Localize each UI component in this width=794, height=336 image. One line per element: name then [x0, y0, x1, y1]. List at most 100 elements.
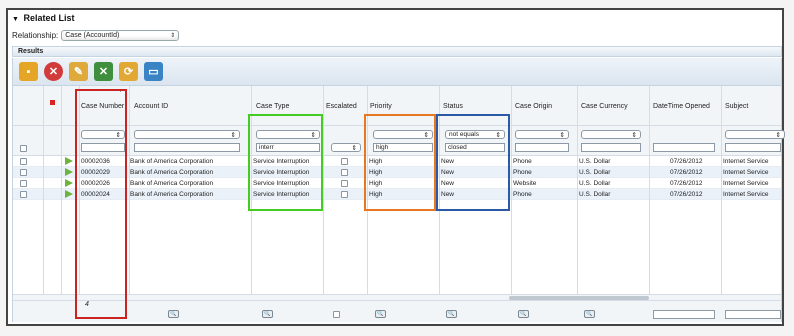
refresh-icon[interactable]: ⟳ — [119, 62, 138, 81]
footer-row: 4 🔍 🔍 🔍 🔍 🔍 🔍 — [13, 300, 781, 322]
case-origin-filter-operator[interactable]: ⇕ — [515, 130, 569, 139]
column-divider — [323, 86, 324, 321]
panel-title[interactable]: ▼ Related List — [12, 13, 74, 23]
cell-case-origin: Phone — [513, 191, 532, 198]
datetime-summary-input[interactable] — [653, 310, 715, 319]
cell-account-id: Bank of America Corporation — [130, 191, 214, 198]
search-icon[interactable]: 🔍 — [518, 310, 529, 318]
header-account-id[interactable]: Account ID — [134, 103, 168, 110]
highlight-priority — [364, 114, 436, 211]
results-grid: ▼ Case Number Account ID Case Type Escal… — [12, 86, 785, 322]
cell-account-id: Bank of America Corporation — [130, 180, 214, 187]
relationship-row: Relationship: Case (AccountId) ⇕ — [12, 30, 180, 41]
escalated-summary-checkbox[interactable] — [333, 311, 340, 318]
row-checkbox[interactable] — [20, 158, 27, 165]
cell-account-id: Bank of America Corporation — [130, 169, 214, 176]
header-escalated[interactable]: Escalated — [326, 103, 357, 110]
search-icon[interactable]: 🔍 — [584, 310, 595, 318]
select-arrows-icon: ⇕ — [170, 33, 176, 39]
delete-icon[interactable]: ✕ — [44, 62, 63, 81]
excel-icon[interactable]: ✕ — [94, 62, 113, 81]
highlight-case-number — [75, 89, 127, 319]
column-divider — [577, 86, 578, 321]
related-list-panel: ▼ Related List Relationship: Case (Accou… — [6, 8, 785, 326]
cell-case-currency: U.S. Dollar — [579, 191, 611, 198]
results-header: Results — [12, 46, 782, 57]
cell-case-currency: U.S. Dollar — [579, 158, 611, 165]
select-arrows-icon: ⇕ — [775, 131, 781, 139]
escalated-filter-select[interactable]: ⇕ — [331, 143, 361, 152]
cell-escalated-checkbox[interactable] — [341, 191, 348, 198]
row-checkbox[interactable] — [20, 191, 27, 198]
case-origin-filter-input[interactable] — [515, 143, 569, 152]
cell-case-currency: U.S. Dollar — [579, 180, 611, 187]
row-action-arrow-icon[interactable] — [65, 157, 73, 165]
cell-subject: Internet Service — [723, 191, 769, 198]
search-icon[interactable]: 🔍 — [262, 310, 273, 318]
header-datetime-opened[interactable]: DateTime Opened — [653, 103, 710, 110]
case-currency-filter-input[interactable] — [581, 143, 641, 152]
select-arrows-icon: ⇕ — [631, 131, 637, 139]
cell-case-origin: Website — [513, 180, 537, 187]
account-id-filter-input[interactable] — [134, 143, 240, 152]
cell-subject: Internet Service — [723, 158, 769, 165]
case-currency-filter-operator[interactable]: ⇕ — [581, 130, 641, 139]
search-icon[interactable]: 🔍 — [168, 310, 179, 318]
cell-escalated-checkbox[interactable] — [341, 180, 348, 187]
subject-filter-operator[interactable]: ⇕ — [725, 130, 785, 139]
header-case-origin[interactable]: Case Origin — [515, 103, 552, 110]
subject-summary-input[interactable] — [725, 310, 781, 319]
row-checkbox[interactable] — [20, 180, 27, 187]
row-action-arrow-icon[interactable] — [65, 168, 73, 176]
column-divider — [511, 86, 512, 321]
red-marker-icon — [50, 100, 55, 105]
relationship-select[interactable]: Case (AccountId) ⇕ — [61, 30, 180, 41]
cell-subject: Internet Service — [723, 169, 769, 176]
cell-datetime-opened: 07/26/2012 — [670, 180, 703, 187]
select-arrows-icon: ⇕ — [351, 144, 357, 152]
cell-datetime-opened: 07/26/2012 — [670, 191, 703, 198]
column-divider — [61, 86, 62, 321]
cell-escalated-checkbox[interactable] — [341, 169, 348, 176]
screenshot-frame: ▼ Related List Relationship: Case (Accou… — [0, 0, 794, 336]
cell-case-origin: Phone — [513, 158, 532, 165]
row-action-arrow-icon[interactable] — [65, 190, 73, 198]
row-checkbox[interactable] — [20, 169, 27, 176]
panel-title-text: Related List — [23, 13, 75, 23]
collapse-triangle-icon[interactable]: ▼ — [12, 16, 19, 23]
highlight-case-type — [248, 114, 323, 211]
results-label: Results — [18, 48, 44, 55]
account-id-filter-operator[interactable]: ⇕ — [134, 130, 240, 139]
subject-filter-input[interactable] — [725, 143, 781, 152]
cell-datetime-opened: 07/26/2012 — [670, 169, 703, 176]
cell-datetime-opened: 07/26/2012 — [670, 158, 703, 165]
select-all-checkbox[interactable] — [20, 145, 27, 152]
header-subject[interactable]: Subject — [725, 103, 748, 110]
header-case-currency[interactable]: Case Currency — [581, 103, 628, 110]
window-icon[interactable]: ▭ — [144, 62, 163, 81]
datetime-opened-filter-input[interactable] — [653, 143, 715, 152]
column-divider — [721, 86, 722, 321]
edit-icon[interactable]: ✎ — [69, 62, 88, 81]
save-icon[interactable]: ▪ — [19, 62, 38, 81]
row-action-arrow-icon[interactable] — [65, 179, 73, 187]
relationship-label: Relationship: — [12, 31, 59, 40]
header-case-type[interactable]: Case Type — [256, 103, 289, 110]
column-divider — [129, 86, 130, 321]
search-icon[interactable]: 🔍 — [446, 310, 457, 318]
search-icon[interactable]: 🔍 — [375, 310, 386, 318]
cell-account-id: Bank of America Corporation — [130, 158, 214, 165]
highlight-status — [436, 114, 510, 211]
select-arrows-icon: ⇕ — [230, 131, 236, 139]
cell-subject: Internet Service — [723, 180, 769, 187]
cell-case-currency: U.S. Dollar — [579, 169, 611, 176]
column-divider — [43, 86, 44, 321]
cell-escalated-checkbox[interactable] — [341, 158, 348, 165]
header-priority[interactable]: Priority — [370, 103, 392, 110]
relationship-value: Case (AccountId) — [65, 32, 120, 39]
cell-case-origin: Phone — [513, 169, 532, 176]
header-status[interactable]: Status — [443, 103, 463, 110]
select-arrows-icon: ⇕ — [559, 131, 565, 139]
toolbar: ▪ ✕ ✎ ✕ ⟳ ▭ — [12, 58, 782, 86]
column-divider — [649, 86, 650, 321]
